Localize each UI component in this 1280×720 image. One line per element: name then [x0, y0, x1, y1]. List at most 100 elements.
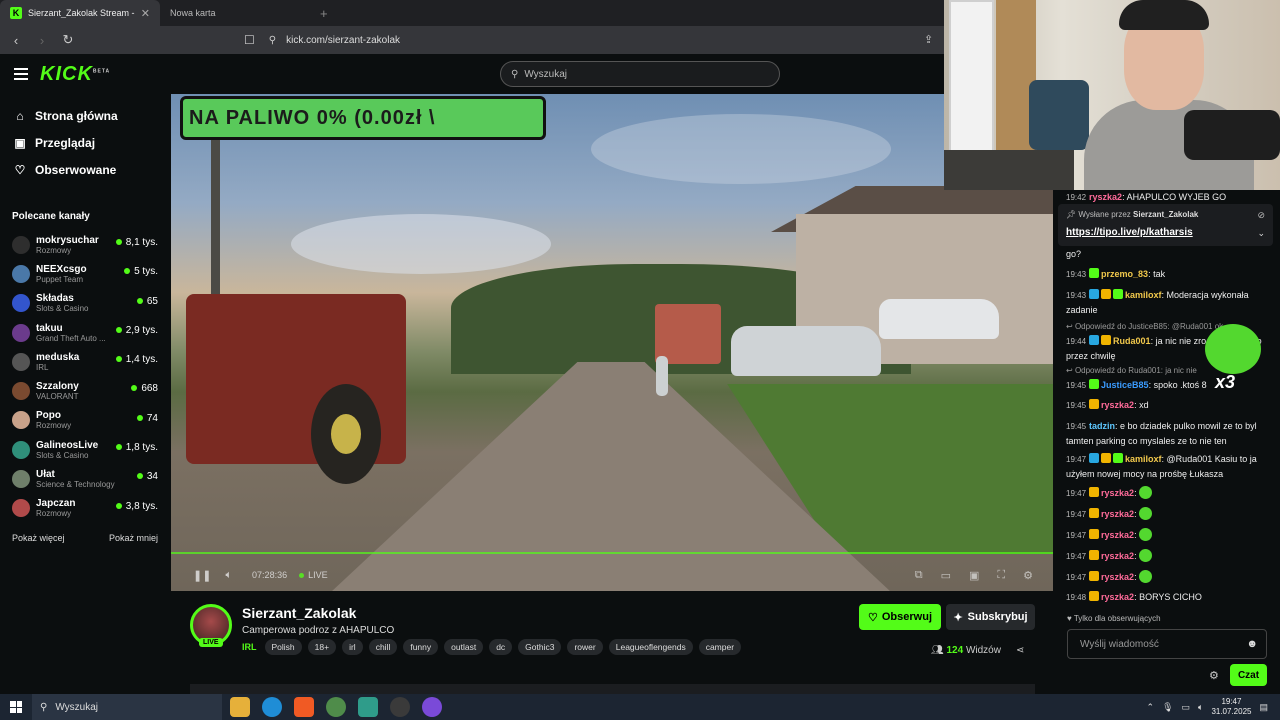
- chat-input[interactable]: Wyślij wiadomość ☻: [1067, 629, 1267, 659]
- obs-icon[interactable]: [390, 697, 410, 717]
- brave-icon[interactable]: [294, 697, 314, 717]
- discord-icon[interactable]: [422, 697, 442, 717]
- sidebar-channel[interactable]: GalineosLive Slots & Casino 1,8 tys.: [0, 435, 170, 464]
- gear-icon[interactable]: ⚙: [1209, 669, 1219, 682]
- stream-category[interactable]: IRL: [242, 642, 257, 652]
- chevron-up-icon[interactable]: ⌃: [1147, 702, 1155, 713]
- channel-category: Slots & Casino: [36, 450, 89, 460]
- chat-badge-icon: [1089, 591, 1100, 601]
- reload-icon[interactable]: ↻: [58, 32, 78, 48]
- sidebar-channel[interactable]: Popo Rozmowy 74: [0, 406, 170, 435]
- stream-tag[interactable]: camper: [698, 639, 742, 655]
- chat-username[interactable]: ryszka2: [1101, 509, 1134, 519]
- channel-avatar: [12, 323, 30, 342]
- chat-username[interactable]: ryszka2: [1101, 530, 1134, 540]
- site-info-icon[interactable]: ⚲: [269, 35, 276, 46]
- settings-icon[interactable]: ⚙: [1023, 569, 1033, 582]
- emoji-icon[interactable]: ☻: [1246, 638, 1258, 650]
- chat-message: 19:47 ryszka2:: [1066, 549, 1276, 564]
- microphone-icon[interactable]: 🎙︎: [1162, 702, 1173, 713]
- sidebar-channel[interactable]: Szzalony VALORANT 668: [0, 376, 170, 405]
- pause-icon[interactable]: ❚❚: [193, 569, 211, 582]
- search-input[interactable]: ⚲ Wyszukaj: [500, 61, 780, 87]
- stream-tag[interactable]: rower: [567, 639, 603, 655]
- menu-icon[interactable]: [14, 68, 28, 83]
- chevron-down-icon[interactable]: ⌄: [1257, 228, 1265, 239]
- volume-icon[interactable]: 🔈︎: [225, 569, 232, 582]
- follow-button[interactable]: ♡ Obserwuj: [859, 604, 941, 630]
- chat-username[interactable]: kamiloxf: [1125, 454, 1162, 464]
- pip-icon[interactable]: ▣: [969, 569, 979, 582]
- subscribe-button[interactable]: ✦ Subskrybuj: [946, 604, 1035, 630]
- sidebar-item-browse[interactable]: ▣ Przeglądaj: [0, 129, 170, 156]
- kick-logo[interactable]: KICKBETA: [40, 63, 110, 86]
- chat-username[interactable]: ryszka2: [1101, 572, 1134, 582]
- forward-icon[interactable]: ›: [32, 33, 52, 48]
- sidebar-channel[interactable]: mokrysuchar Rozmowy 8,1 tys.: [0, 230, 170, 259]
- volume-icon[interactable]: 🔈︎: [1198, 702, 1203, 713]
- stream-tag[interactable]: irl: [342, 639, 363, 655]
- show-less-button[interactable]: Pokaż mniej: [109, 533, 158, 543]
- file-explorer-icon[interactable]: [230, 697, 250, 717]
- close-icon[interactable]: ✕: [141, 7, 150, 20]
- sidebar-channel[interactable]: NEEXcsgo Puppet Team 5 tys.: [0, 259, 170, 288]
- new-tab-button[interactable]: +: [310, 0, 338, 26]
- url-field[interactable]: ☐ ⚲ kick.com/sierzant-zakolak: [244, 28, 944, 52]
- video-progress-bar[interactable]: [171, 552, 1053, 554]
- stream-tag[interactable]: funny: [403, 639, 439, 655]
- stream-tag[interactable]: Gothic3: [518, 639, 562, 655]
- browser-tab-active[interactable]: K Sierzant_Zakolak Stream - Wa ✕: [0, 0, 160, 26]
- chat-send-button[interactable]: Czat: [1230, 664, 1267, 686]
- reply-icon: ↩: [1066, 322, 1073, 331]
- chat-username[interactable]: Ruda001: [1113, 336, 1151, 346]
- stream-tag[interactable]: dc: [489, 639, 513, 655]
- chat-username[interactable]: ryszka2: [1101, 488, 1134, 498]
- stream-tag[interactable]: outlast: [444, 639, 484, 655]
- bookmark-icon[interactable]: ☐: [244, 33, 255, 47]
- pinned-link[interactable]: https://tipo.live/p/katharsis: [1066, 227, 1193, 238]
- notification-icon[interactable]: ▤: [1259, 702, 1268, 713]
- stream-tag[interactable]: chill: [368, 639, 398, 655]
- video-player[interactable]: NA PALIWO 0% (0.00zł \ ❚❚ 🔈︎ 07:28:36 LI…: [171, 94, 1053, 591]
- back-icon[interactable]: ‹: [6, 33, 26, 48]
- chat-username[interactable]: ryszka2: [1101, 592, 1134, 602]
- chat-username[interactable]: kamiloxf: [1125, 290, 1162, 300]
- network-icon[interactable]: ▭: [1182, 702, 1191, 713]
- chat-username[interactable]: tadzin: [1089, 421, 1115, 431]
- chat-username[interactable]: JusticeB85: [1101, 380, 1149, 390]
- sidebar-channel[interactable]: meduska IRL 1,4 tys.: [0, 347, 170, 376]
- stream-tag[interactable]: 18+: [307, 639, 337, 655]
- clock[interactable]: 19:47 31.07.2025: [1211, 697, 1251, 717]
- sidebar-channel[interactable]: Składas Slots & Casino 65: [0, 289, 170, 318]
- clip-icon[interactable]: ⧉: [915, 569, 923, 582]
- chat-badge-icon: [1089, 487, 1100, 497]
- live-dot-icon: [115, 356, 122, 363]
- sidebar-item-home[interactable]: ⌂ Strona główna: [0, 102, 170, 129]
- taskbar-search[interactable]: ⚲ Wyszukaj: [32, 694, 222, 720]
- chat-username[interactable]: przemo_83: [1101, 269, 1148, 279]
- fullscreen-icon[interactable]: ⛶: [997, 569, 1005, 582]
- chat-username[interactable]: ryszka2: [1101, 400, 1134, 410]
- chrome-icon[interactable]: [326, 697, 346, 717]
- sidebar-item-following[interactable]: ♡ Obserwowane: [0, 156, 170, 183]
- share-icon[interactable]: ⋖: [1016, 645, 1024, 656]
- browser-tab-new[interactable]: Nowa karta: [160, 0, 310, 26]
- app-icon[interactable]: [358, 697, 378, 717]
- theater-icon[interactable]: ▭: [941, 569, 951, 582]
- stream-title: Camperowa podroz z AHAPULCO: [242, 625, 395, 636]
- chat-badge-icon: [1089, 550, 1100, 560]
- show-more-button[interactable]: Pokaż więcej: [12, 533, 65, 543]
- windows-start-icon[interactable]: [10, 701, 22, 713]
- chat-username[interactable]: ryszka2: [1101, 551, 1134, 561]
- sidebar-channel[interactable]: takuu Grand Theft Auto ... 2,9 tys.: [0, 318, 170, 347]
- share-icon[interactable]: ⇪: [924, 33, 933, 46]
- stream-tag[interactable]: Leagueoflengends: [608, 639, 693, 655]
- sidebar-channel[interactable]: Ułat Science & Technology 34: [0, 464, 170, 493]
- stream-tag[interactable]: Polish: [264, 639, 302, 655]
- edge-icon[interactable]: [262, 697, 282, 717]
- pinned-message[interactable]: 📌︎ Wysłane przez Sierzant_Zakolak ⊘ http…: [1058, 204, 1273, 246]
- sidebar-channel[interactable]: Japczan Rozmowy 3,8 tys.: [0, 494, 170, 523]
- unpin-icon[interactable]: ⊘: [1257, 210, 1265, 221]
- streamer-name[interactable]: Sierzant_Zakolak: [242, 605, 356, 621]
- channel-avatar: [12, 440, 30, 459]
